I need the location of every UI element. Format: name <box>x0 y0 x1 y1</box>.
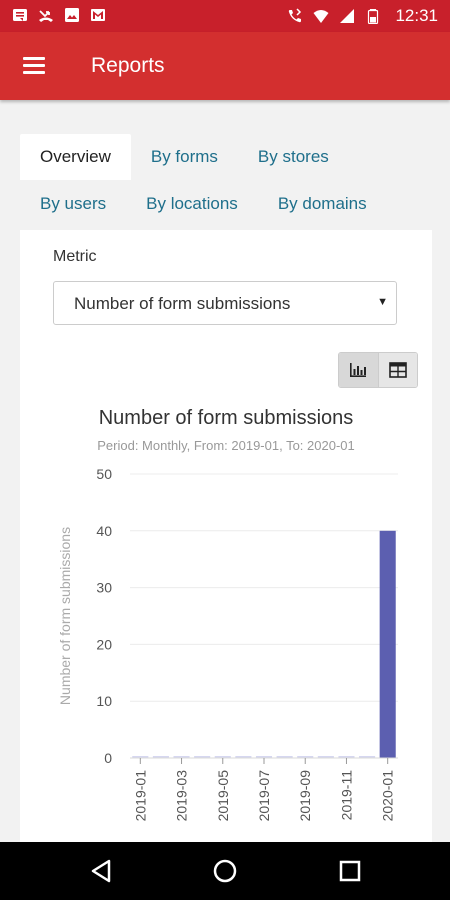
tab-overview[interactable]: Overview <box>20 134 131 180</box>
y-tick-label: 20 <box>96 636 112 652</box>
tab-by-domains[interactable]: By domains <box>258 181 387 227</box>
bar-2020-01 <box>379 530 396 758</box>
home-icon[interactable] <box>209 855 241 887</box>
metric-label: Metric <box>53 248 97 265</box>
y-tick-label: 40 <box>96 523 112 539</box>
bar-chart-icon <box>350 363 367 377</box>
tab-by-locations[interactable]: By locations <box>126 181 258 227</box>
y-axis-title: Number of form submissions <box>57 527 73 705</box>
metric-select[interactable]: Number of form submissions ▼ <box>53 281 397 325</box>
tab-by-stores[interactable]: By stores <box>238 134 349 180</box>
call-forward-icon <box>289 8 302 23</box>
dropdown-caret-icon: ▼ <box>377 296 388 308</box>
y-tick-label: 10 <box>96 693 112 709</box>
page-title: Reports <box>91 54 165 77</box>
table-view-button[interactable] <box>377 353 417 387</box>
report-card: Metric Number of form submissions ▼ Numb… <box>20 230 432 842</box>
bar-chart: 0 10 20 30 40 50 Number of form submissions 201… <box>57 466 398 822</box>
y-tick-label: 30 <box>96 580 112 596</box>
status-time: 12:31 <box>395 6 438 25</box>
battery-icon <box>368 9 379 24</box>
x-tick-label: 2019-09 <box>297 770 313 822</box>
tabs-row-1: Overview By forms By stores <box>20 134 349 180</box>
tab-by-users[interactable]: By users <box>20 181 126 227</box>
navigation-bar <box>0 842 450 900</box>
tab-by-forms[interactable]: By forms <box>131 134 238 180</box>
y-tick-label: 50 <box>96 466 112 482</box>
chart-subtitle: Period: Monthly, From: 2019-01, To: 2020… <box>97 438 355 453</box>
table-icon <box>389 362 407 378</box>
app-bar: Reports <box>0 32 450 100</box>
tabs-row-2: By users By locations By domains <box>20 181 387 227</box>
x-tick-label: 2019-03 <box>174 770 190 822</box>
notification-icons <box>12 7 106 23</box>
x-tick-label: 2019-07 <box>256 770 272 822</box>
message-icon <box>13 9 27 21</box>
missed-call-icon <box>39 10 53 22</box>
back-icon[interactable] <box>85 855 117 887</box>
metric-selected-value: Number of form submissions <box>74 294 291 313</box>
wifi-icon <box>313 10 329 23</box>
status-bar: 12:31 <box>0 0 450 32</box>
y-tick-label: 0 <box>104 750 112 766</box>
signal-icon <box>340 9 355 23</box>
gmail-icon <box>91 9 105 21</box>
image-icon <box>65 8 79 22</box>
recents-icon[interactable] <box>334 855 366 887</box>
x-tick-label: 2019-01 <box>132 770 148 822</box>
x-tick-label: 2019-05 <box>215 770 231 822</box>
menu-icon[interactable] <box>20 54 48 78</box>
bar-chart-view-button[interactable] <box>339 353 378 387</box>
x-tick-label: 2020-01 <box>380 770 396 822</box>
x-tick-label: 2019-11 <box>338 770 354 821</box>
system-status-icons: 12:31 <box>287 6 438 26</box>
view-toggle <box>338 352 418 388</box>
chart-title: Number of form submissions <box>98 407 354 429</box>
